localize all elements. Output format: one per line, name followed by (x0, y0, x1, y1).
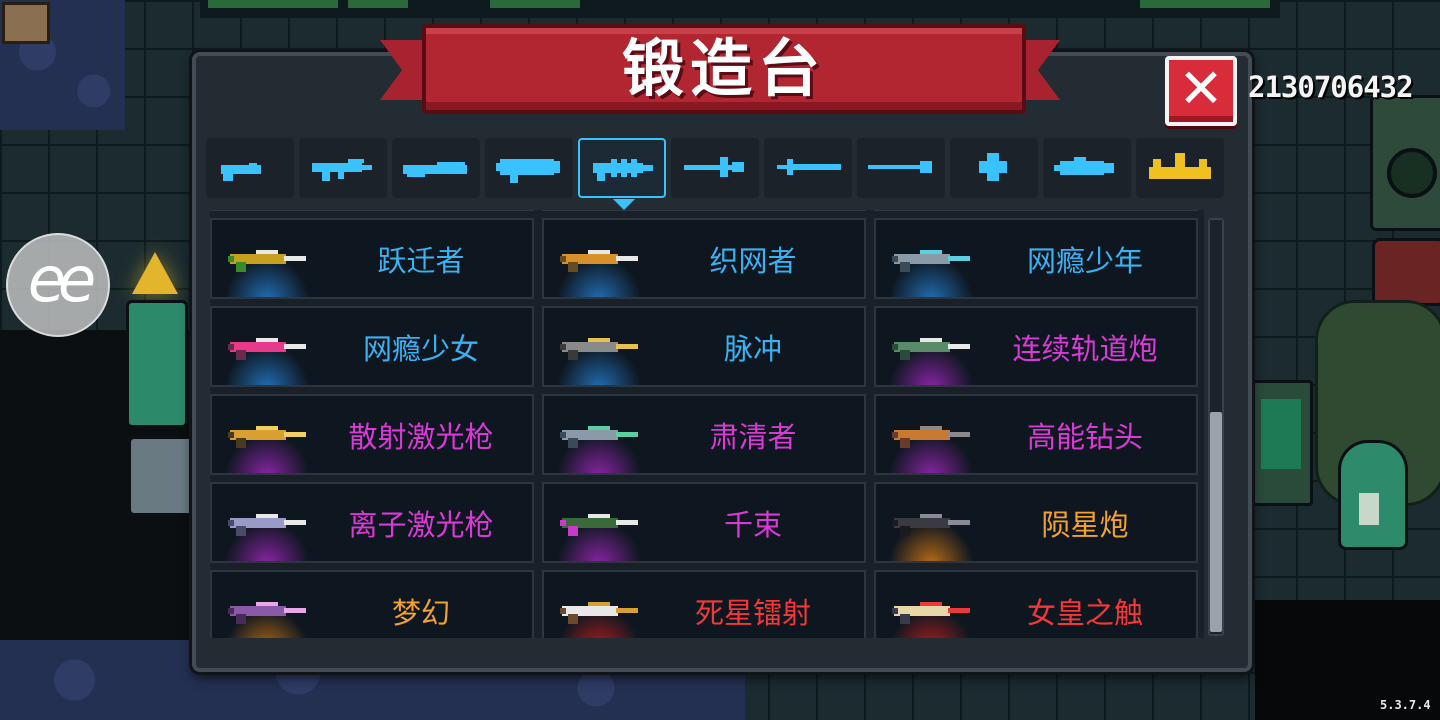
weapon-grid[interactable]: 跃迁者 织网者 网瘾少年网瘾少女 脉冲 连续轨道炮散射激光枪 肃清者 高能钻头离子激光枪 千束… (210, 210, 1204, 638)
weapon-cell[interactable]: 高能钻头 (874, 394, 1198, 475)
weapon-name: 女皇之触 (1026, 595, 1143, 630)
red-barrel (1372, 238, 1440, 306)
tab-bow[interactable] (671, 138, 759, 198)
rocket-launcher-icon (496, 159, 560, 183)
weapon-name: 连续轨道炮 (1012, 331, 1158, 366)
weapon-sprite-icon (892, 338, 970, 360)
weapon-name: 网瘾少女 (362, 331, 479, 366)
weapon-sprite-icon (228, 250, 306, 272)
fish-icon (1054, 157, 1114, 175)
tab-pistol[interactable] (206, 138, 294, 198)
crown-icon (1149, 153, 1211, 179)
shuriken-icon (979, 153, 1007, 181)
bow-icon (684, 157, 744, 177)
weapon-name: 织网者 (709, 243, 797, 278)
tab-spear[interactable] (857, 138, 945, 198)
tab-laser[interactable] (578, 138, 666, 210)
weapon-category-tabs (206, 138, 1232, 210)
weapon-sprite-icon (560, 250, 638, 272)
top-wall-light (490, 0, 580, 8)
terminal-box (1252, 380, 1313, 506)
weapon-sprite-icon (228, 602, 306, 624)
pistol-icon (221, 163, 261, 181)
weapon-cell-offscreen (874, 210, 1198, 211)
tab-fish[interactable] (1043, 138, 1131, 198)
shotgun-icon (403, 162, 467, 177)
gem-counter: 2130706432 (1248, 70, 1414, 104)
tab-shotgun[interactable] (392, 138, 480, 198)
weapon-cell[interactable]: 网瘾少女 (210, 306, 534, 387)
weapon-name: 千束 (723, 507, 782, 542)
floating-assist-button[interactable]: ee (6, 233, 110, 337)
weapon-sprite-icon (560, 338, 638, 360)
weapon-cell[interactable]: 连续轨道炮 (874, 306, 1198, 387)
title-ribbon: 锻造台 (422, 24, 1026, 114)
weapon-cell[interactable]: 跃迁者 (210, 218, 534, 299)
assault-rifle-icon (312, 159, 372, 181)
weapon-sprite-icon (560, 426, 638, 448)
gas-tank (1338, 440, 1408, 550)
weapon-sprite-icon (892, 602, 970, 624)
weapon-name: 跃迁者 (377, 243, 465, 278)
assist-button-label: ee (27, 243, 96, 316)
weapon-name: 高能钻头 (1026, 419, 1143, 454)
tab-sword[interactable] (764, 138, 852, 198)
weapon-name: 死星镭射 (694, 595, 811, 630)
active-tab-pointer (613, 199, 635, 210)
weapon-cell[interactable]: 离子激光枪 (210, 482, 534, 563)
tab-throwing[interactable] (950, 138, 1038, 198)
weapon-name: 离子激光枪 (348, 507, 494, 542)
weapon-name: 脉冲 (723, 331, 782, 366)
weapon-sprite-icon (228, 338, 306, 360)
tab-special[interactable] (1136, 138, 1224, 198)
weapon-sprite-icon (560, 514, 638, 536)
top-wall-light (348, 0, 408, 8)
weapon-name: 梦幻 (391, 595, 450, 630)
top-wall (200, 0, 1280, 18)
weapon-cell-offscreen (210, 210, 534, 211)
weapon-cell[interactable]: 女皇之触 (874, 570, 1198, 638)
weapon-name: 网瘾少年 (1026, 243, 1143, 278)
weapon-cell[interactable]: 陨星炮 (874, 482, 1198, 563)
sword-icon (777, 159, 841, 175)
weapon-cell[interactable]: 织网者 (542, 218, 866, 299)
weapon-cell[interactable]: 梦幻 (210, 570, 534, 638)
weapon-name: 肃清者 (709, 419, 797, 454)
panel-title: 锻造台 (621, 32, 826, 105)
vending-machine (1370, 95, 1440, 231)
weapon-sprite-icon (228, 514, 306, 536)
weapon-cell[interactable]: 千束 (542, 482, 866, 563)
laser-gun-icon (593, 159, 653, 181)
weapon-cell-offscreen (542, 210, 866, 211)
weapon-sprite-icon (892, 514, 970, 536)
close-button[interactable]: ✕ (1165, 56, 1237, 126)
forge-pillar (126, 300, 188, 428)
weapon-sprite-icon (892, 426, 970, 448)
weapon-cell[interactable]: 散射激光枪 (210, 394, 534, 475)
spear-icon (868, 161, 932, 173)
weapon-sprite-icon (228, 426, 306, 448)
weapon-cell[interactable]: 网瘾少年 (874, 218, 1198, 299)
warning-icon (132, 252, 178, 294)
weapon-grid-content: 跃迁者 织网者 网瘾少年网瘾少女 脉冲 连续轨道炮散射激光枪 肃清者 高能钻头离子激光枪 千束… (210, 210, 1204, 638)
weapon-sprite-icon (892, 250, 970, 272)
version-label: 5.3.7.4 (1380, 698, 1431, 712)
weapon-name: 散射激光枪 (348, 419, 494, 454)
weapon-cell[interactable]: 肃清者 (542, 394, 866, 475)
wooden-sign (2, 2, 50, 44)
close-icon: ✕ (1178, 57, 1224, 120)
weapon-cell[interactable]: 死星镭射 (542, 570, 866, 638)
mine-cart (128, 436, 196, 516)
weapon-sprite-icon (560, 602, 638, 624)
tab-assault-rifle[interactable] (299, 138, 387, 198)
top-wall-light (1140, 0, 1270, 8)
scrollbar-thumb[interactable] (1210, 412, 1222, 632)
weapon-cell[interactable]: 脉冲 (542, 306, 866, 387)
tab-rocket-launcher[interactable] (485, 138, 573, 198)
weapon-name: 陨星炮 (1041, 507, 1129, 542)
top-wall-light (208, 0, 338, 8)
